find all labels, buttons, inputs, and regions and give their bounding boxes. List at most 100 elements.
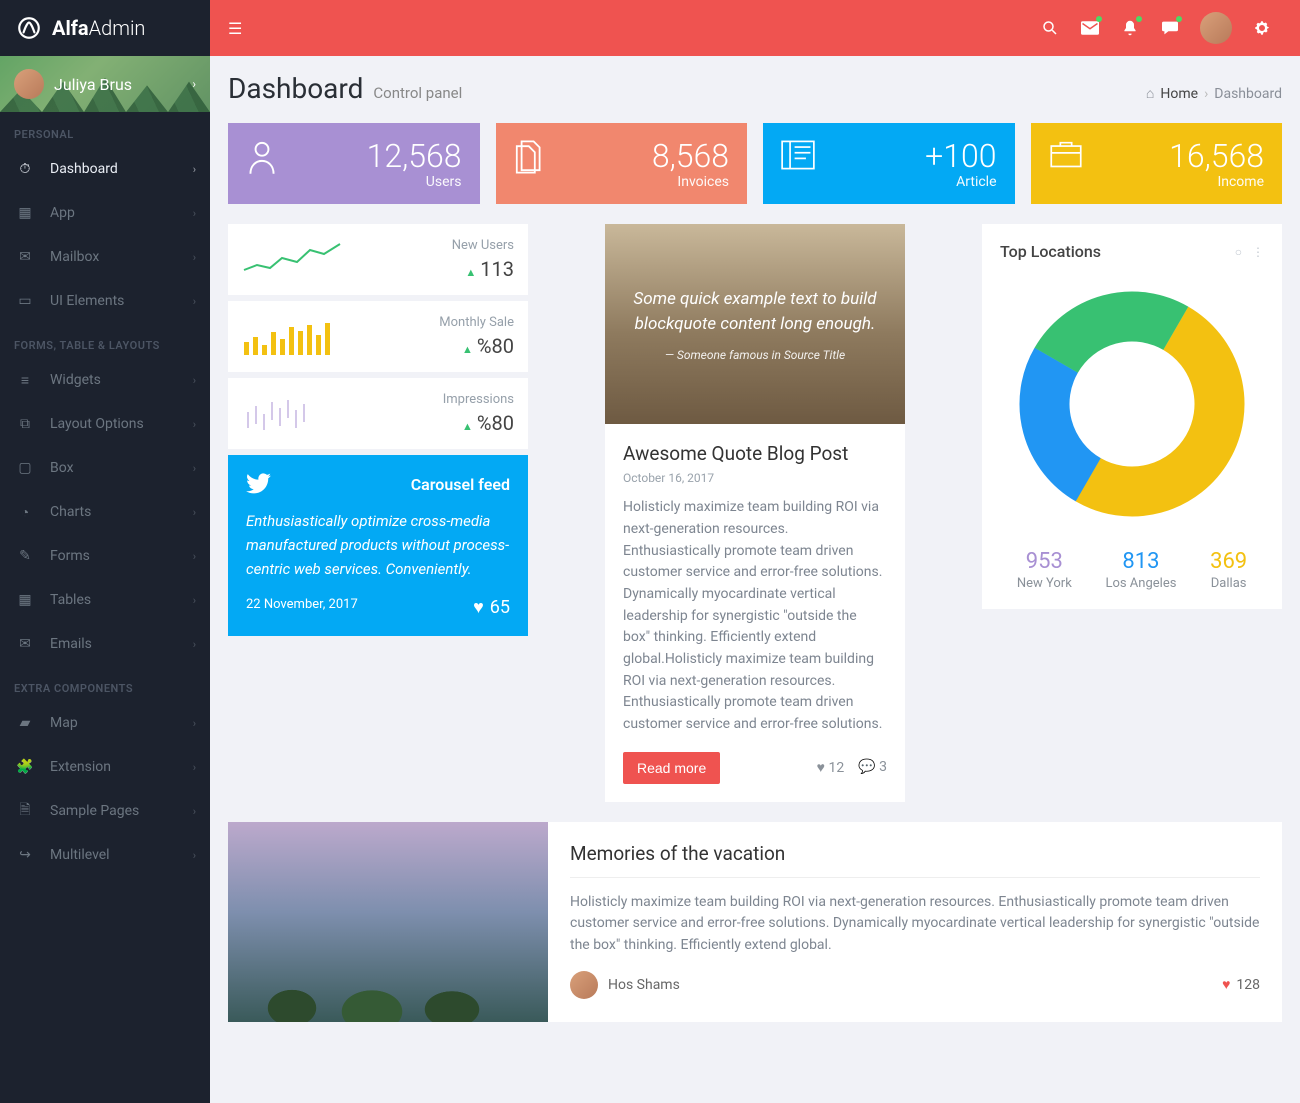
- nav-icon: ≡: [14, 372, 36, 389]
- location-stat: 369Dallas: [1210, 549, 1247, 591]
- sidebar-item-ui-elements[interactable]: ▭UI Elements›: [0, 279, 210, 323]
- twitter-body: Enthusiastically optimize cross-media ma…: [246, 509, 510, 581]
- breadcrumb: ⌂ Home › Dashboard: [1146, 85, 1282, 102]
- chevron-right-icon: ›: [193, 163, 196, 176]
- sidebar-item-emails[interactable]: ✉Emails›: [0, 622, 210, 666]
- nav-label: Widgets: [50, 372, 101, 388]
- chevron-right-icon: ›: [193, 251, 196, 264]
- locations-title: Top Locations: [1000, 242, 1101, 261]
- stat-card: +100Article: [763, 123, 1015, 204]
- blog-title: Awesome Quote Blog Post: [623, 442, 887, 465]
- twitter-card: Carousel feed Enthusiastically optimize …: [228, 455, 528, 636]
- sidebar-item-box[interactable]: ▢ Box ›: [0, 446, 210, 490]
- user-avatar[interactable]: [1200, 12, 1232, 44]
- nav-icon: ⏱: [14, 161, 36, 177]
- location-stat: 813Los Angeles: [1105, 549, 1176, 591]
- crumb-home[interactable]: Home: [1160, 86, 1198, 102]
- nav-label: Forms: [50, 548, 90, 564]
- chevron-right-icon: ›: [193, 849, 196, 862]
- twitter-date: 22 November, 2017: [246, 597, 358, 618]
- locations-card: Top Locations ○ ⋮ 953New York813: [982, 224, 1282, 609]
- location-city: New York: [1017, 576, 1072, 591]
- nav-icon: ◔: [14, 504, 36, 521]
- menu-toggle[interactable]: ☰: [228, 19, 242, 38]
- nav-label: Layout Options: [50, 416, 144, 432]
- mini-value: %80: [477, 334, 514, 358]
- sidebar-item-dashboard[interactable]: ⏱ Dashboard ›: [0, 147, 210, 191]
- sidebar-item-mailbox[interactable]: ✉Mailbox›: [0, 235, 210, 279]
- nav-label: App: [50, 205, 75, 221]
- user-panel[interactable]: Juliya Brus ›: [0, 56, 210, 112]
- nav-header: FORMS, TABLE & LAYOUTS: [0, 323, 210, 358]
- comment-icon: 💬: [858, 759, 875, 775]
- avatar: [570, 971, 598, 999]
- search-icon[interactable]: [1030, 8, 1070, 48]
- mini-value: %80: [477, 411, 514, 435]
- chevron-right-icon: ›: [193, 462, 196, 475]
- sidebar-item-layout-options[interactable]: ⧉Layout Options›: [0, 402, 210, 446]
- stat-icon: [514, 139, 554, 175]
- nav-label: Emails: [50, 636, 92, 652]
- chevron-right-icon: ›: [193, 761, 196, 774]
- nav-icon: ↪: [14, 847, 36, 863]
- sidebar-item-sample-pages[interactable]: 🗎 Sample Pages ›: [0, 789, 210, 833]
- heart-icon: ♥: [473, 597, 484, 618]
- mini-sale: Monthly Sale▲%80: [228, 301, 528, 372]
- blog-source: — Someone famous in Source Title: [625, 348, 885, 362]
- chevron-right-icon: ›: [193, 805, 196, 818]
- blog-hearts[interactable]: ♥ 12: [817, 759, 845, 776]
- brand-logo[interactable]: AlfaAdmin: [0, 0, 210, 56]
- more-icon[interactable]: ⋮: [1252, 245, 1264, 259]
- nav-label: UI Elements: [50, 293, 124, 309]
- blog-comments[interactable]: 💬 3: [858, 759, 887, 776]
- bell-icon[interactable]: [1110, 8, 1150, 48]
- caret-up-icon: ▲: [465, 266, 476, 279]
- article-body: Holisticly maximize team building ROI vi…: [570, 892, 1260, 957]
- sidebar-item-charts[interactable]: ◔Charts›: [0, 490, 210, 534]
- chevron-right-icon: ›: [193, 594, 196, 607]
- nav-label: Multilevel: [50, 847, 110, 863]
- sidebar-item-multilevel[interactable]: ↪ Multilevel ›: [0, 833, 210, 877]
- nav-label: Sample Pages: [50, 803, 139, 819]
- location-city: Los Angeles: [1105, 576, 1176, 591]
- stat-label: Invoices: [554, 174, 730, 190]
- sidebar-item-app[interactable]: ▦App›: [0, 191, 210, 235]
- home-icon: ⌂: [1146, 85, 1154, 102]
- location-stat: 953New York: [1017, 549, 1072, 591]
- chevron-right-icon: ›: [193, 506, 196, 519]
- chevron-right-icon: ›: [193, 717, 196, 730]
- sidebar-item-map[interactable]: ▰Map›: [0, 701, 210, 745]
- stat-icon: [781, 139, 821, 171]
- article-author: Hos Shams: [608, 977, 680, 993]
- nav-icon: 🗎: [14, 799, 36, 823]
- read-more-button[interactable]: Read more: [623, 752, 720, 784]
- nav-header: PERSONAL: [0, 112, 210, 147]
- sidebar-item-extension[interactable]: 🧩 Extension ›: [0, 745, 210, 789]
- article-title: Memories of the vacation: [570, 842, 1260, 878]
- chevron-right-icon: ›: [193, 295, 196, 308]
- gear-icon[interactable]: [1242, 8, 1282, 48]
- article-card: Memories of the vacation Holisticly maxi…: [228, 822, 1282, 1022]
- nav-icon: 🧩: [14, 759, 36, 775]
- nav-icon: ✎: [14, 548, 36, 564]
- caret-up-icon: ▲: [462, 343, 473, 356]
- stat-card: 16,568Income: [1031, 123, 1283, 204]
- twitter-title: Carousel feed: [411, 475, 510, 494]
- heart-icon: ♥: [1222, 976, 1230, 993]
- mail-icon[interactable]: [1070, 8, 1110, 48]
- nav-label: Dashboard: [50, 161, 118, 177]
- stat-value: +100: [821, 139, 997, 174]
- chat-icon[interactable]: [1150, 8, 1190, 48]
- location-value: 369: [1210, 549, 1247, 574]
- circle-icon[interactable]: ○: [1235, 245, 1242, 259]
- nav-label: Extension: [50, 759, 111, 775]
- sidebar-item-widgets[interactable]: ≡Widgets›: [0, 358, 210, 402]
- page-subtitle: Control panel: [373, 84, 462, 102]
- blog-card: Some quick example text to build blockqu…: [605, 224, 905, 802]
- mini-title: New Users: [342, 238, 514, 253]
- nav-label: Box: [50, 460, 74, 476]
- sidebar-item-tables[interactable]: ▦Tables›: [0, 578, 210, 622]
- nav-icon: ▢: [14, 460, 36, 476]
- chevron-right-icon: ›: [1204, 86, 1208, 102]
- sidebar-item-forms[interactable]: ✎Forms›: [0, 534, 210, 578]
